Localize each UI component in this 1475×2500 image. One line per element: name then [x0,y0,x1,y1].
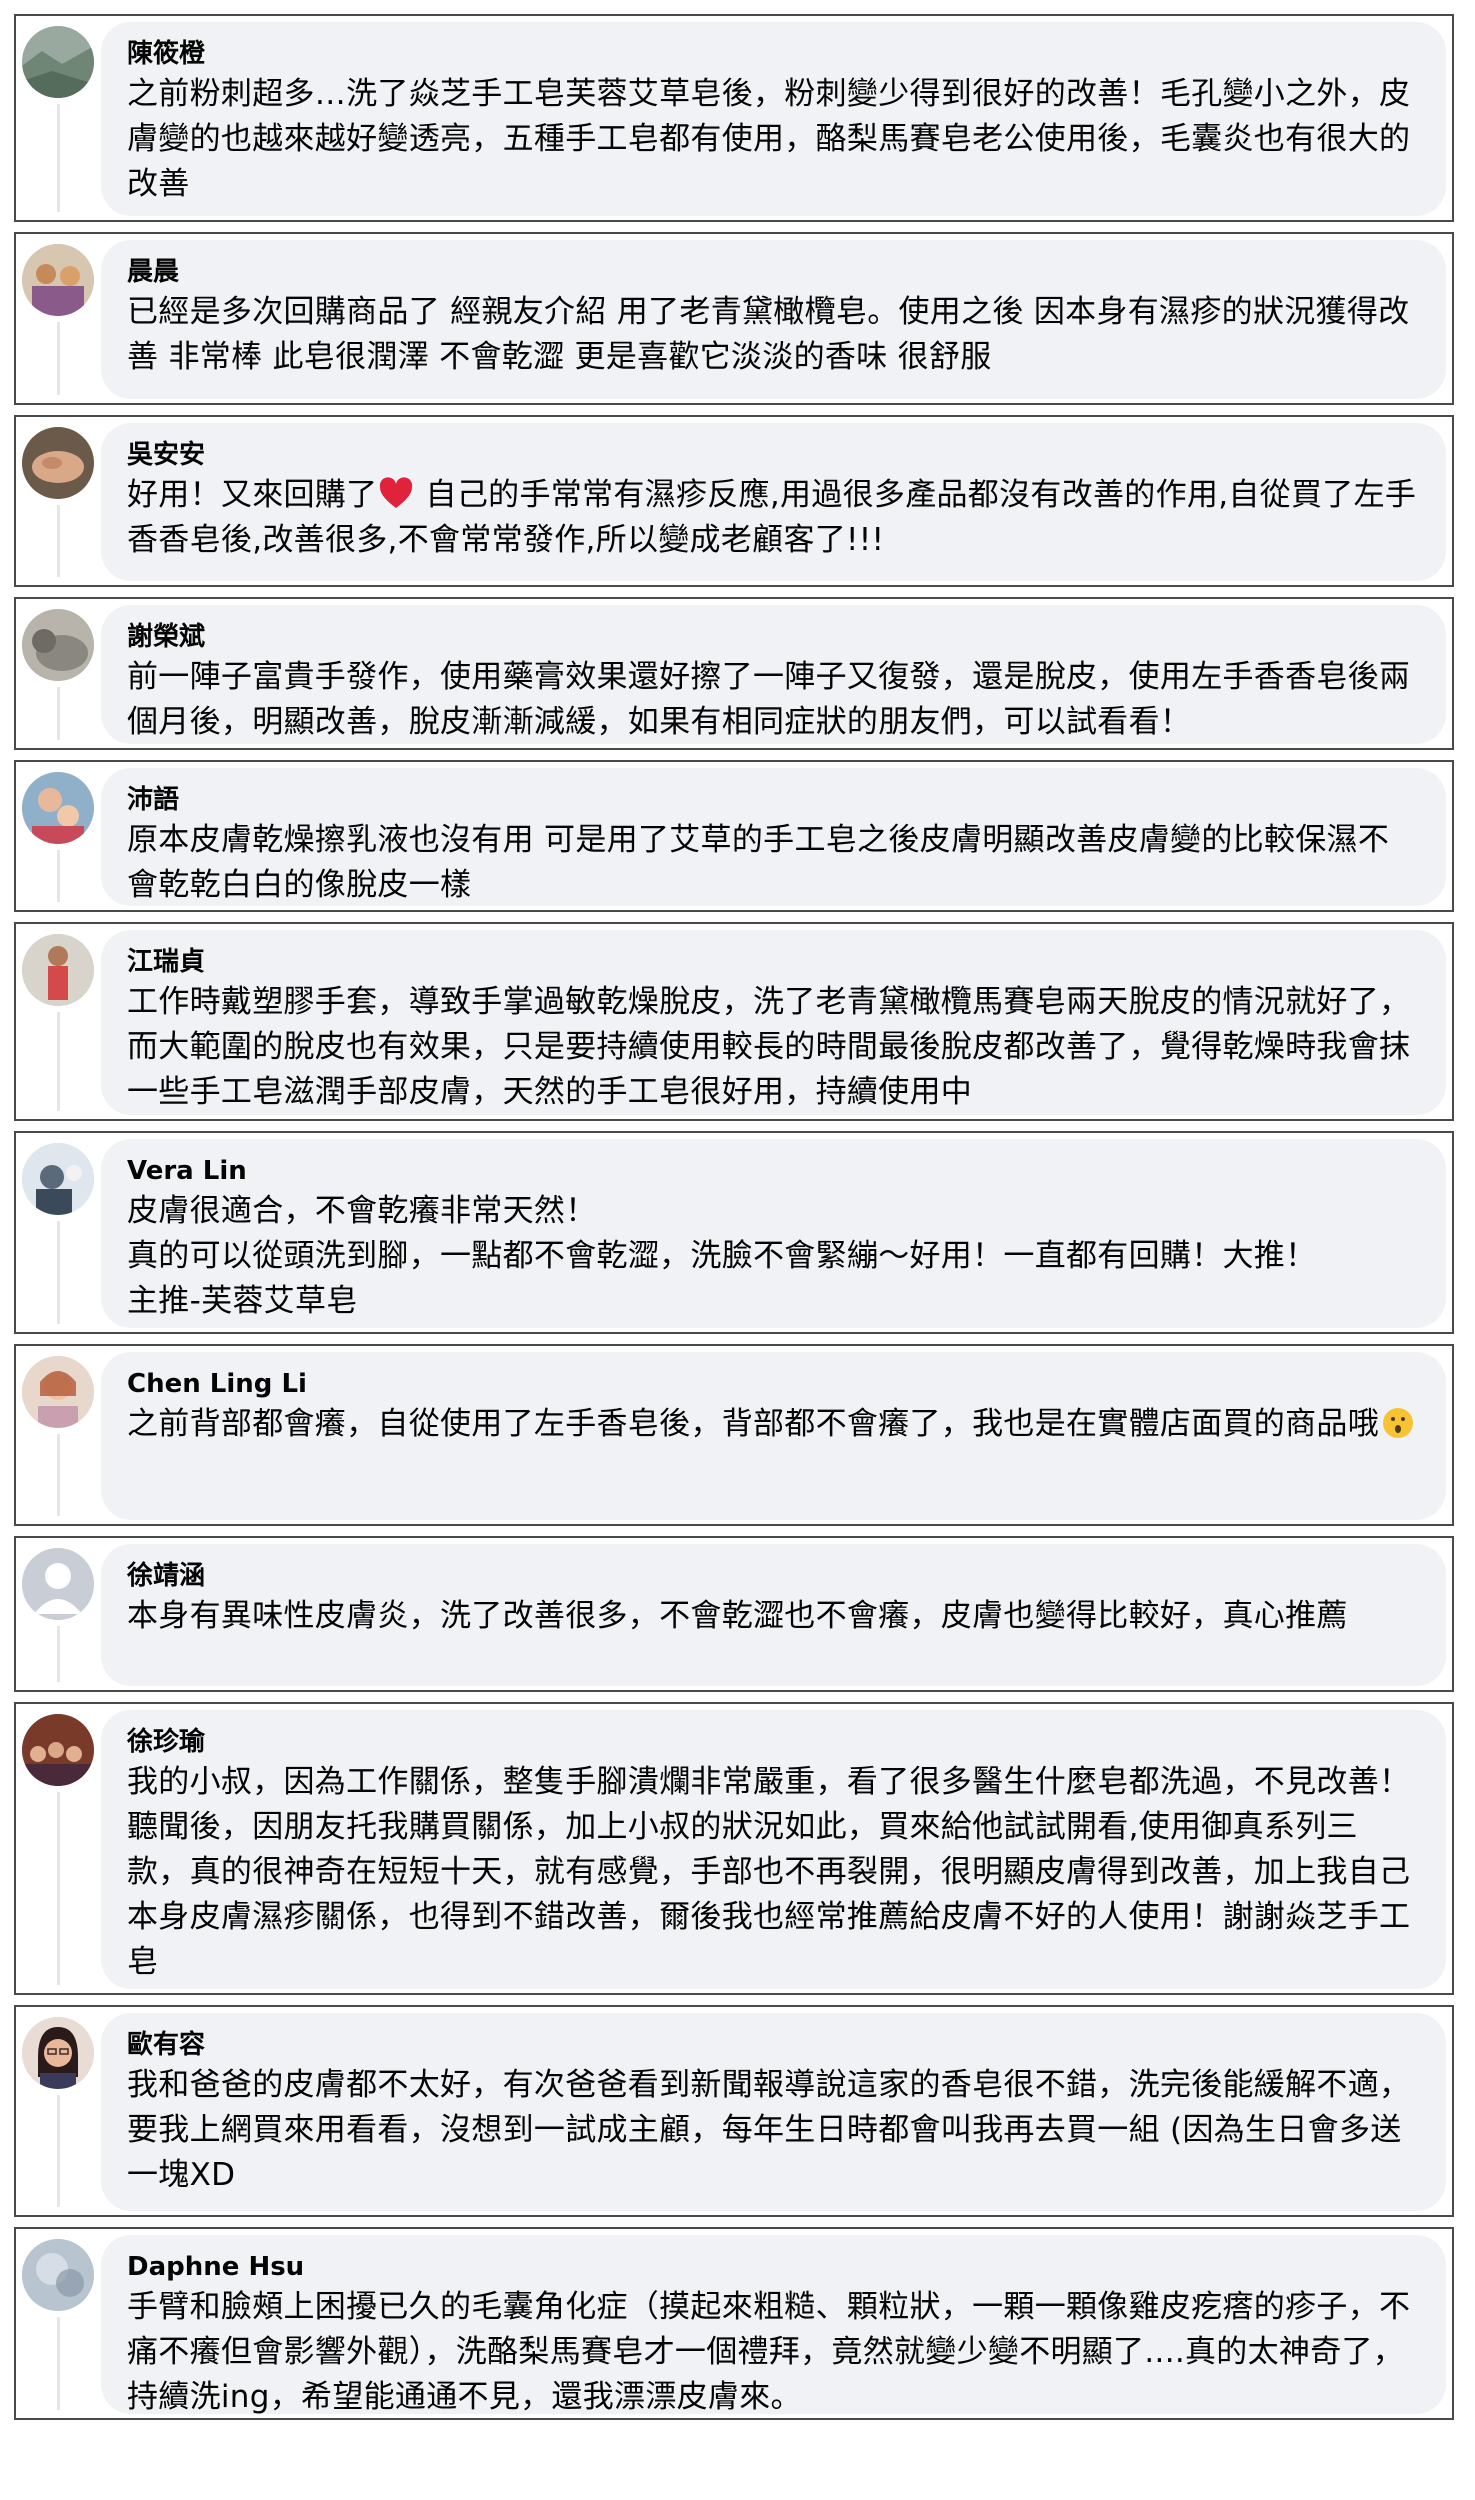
comment-bubble: 吳安安 好用！又來回購了 自己的手常常有濕疹反應,用過很多產品都沒有改善的作用,… [101,423,1446,581]
comment-text: 前一陣子富貴手發作，使用藥膏效果還好擦了一陣子又復發，還是脫皮，使用左手香香皂後… [127,659,1411,740]
comment-card: Daphne Hsu 手臂和臉頰上困擾已久的毛囊角化症（摸起來粗糙、顆粒狀，一顆… [14,2227,1454,2420]
comment-text: 我的小叔，因為工作關係，整隻手腳潰爛非常嚴重，看了很多醫生什麼皂都洗過，不見改善… [127,1764,1411,1980]
comment-bubble: Chen Ling Li 之前背部都會癢，自從使用了左手香皂後，背部都不會癢了，… [101,1352,1446,1520]
comment-text: 皮膚很適合，不會乾癢非常天然！ 真的可以從頭洗到腳，一點都不會乾澀，洗臉不會緊繃… [127,1193,1317,1319]
commenter-name[interactable]: Chen Ling Li [127,1366,1420,1402]
comment-bubble: 江瑞貞 工作時戴塑膠手套，導致手掌過敏乾燥脫皮，洗了老青黛橄欖馬賽皂兩天脫皮的情… [101,930,1446,1115]
thread-line [57,1012,60,1111]
comment-card: 陳筱橙 之前粉刺超多…洗了焱芝手工皂芙蓉艾草皂後，粉刺變少得到很好的改善！毛孔變… [14,14,1454,222]
thread-line [57,322,60,395]
commenter-name[interactable]: 謝榮斌 [127,619,1420,655]
comment-card: 歐有容 我和爸爸的皮膚都不太好，有次爸爸看到新聞報導說這家的香皂很不錯，洗完後能… [14,2005,1454,2217]
avatar[interactable] [22,26,94,98]
thread-line [57,1221,60,1324]
comment-text: 已經是多次回購商品了 經親友介紹 用了老青黛橄欖皂。使用之後 因本身有濕疹的狀況… [127,294,1410,375]
comment-text: 手臂和臉頰上困擾已久的毛囊角化症（摸起來粗糙、顆粒狀，一顆一顆像雞皮疙瘩的疹子，… [127,2289,1411,2415]
commenter-name[interactable]: 江瑞貞 [127,944,1420,980]
commenter-name[interactable]: Vera Lin [127,1153,1420,1189]
commenter-name[interactable]: 吳安安 [127,437,1420,473]
comment-card: 徐靖涵 本身有異味性皮膚炎，洗了改善很多，不會乾澀也不會癢，皮膚也變得比較好，真… [14,1536,1454,1692]
avatar[interactable] [22,772,94,844]
commenter-name[interactable]: 歐有容 [127,2027,1420,2063]
comment-bubble: 徐靖涵 本身有異味性皮膚炎，洗了改善很多，不會乾澀也不會癢，皮膚也變得比較好，真… [101,1544,1446,1686]
commenter-name[interactable]: 徐靖涵 [127,1558,1420,1594]
comment-card: 晨晨 已經是多次回購商品了 經親友介紹 用了老青黛橄欖皂。使用之後 因本身有濕疹… [14,232,1454,405]
comment-text: 好用！又來回購了 自己的手常常有濕疹反應,用過很多產品都沒有改善的作用,自從買了… [127,477,1417,558]
avatar[interactable] [22,1143,94,1215]
commenter-name[interactable]: Daphne Hsu [127,2249,1420,2285]
thread-line [57,687,60,740]
avatar[interactable] [22,2239,94,2311]
comment-bubble: 歐有容 我和爸爸的皮膚都不太好，有次爸爸看到新聞報導說這家的香皂很不錯，洗完後能… [101,2013,1446,2211]
comment-bubble: 謝榮斌 前一陣子富貴手發作，使用藥膏效果還好擦了一陣子又復發，還是脫皮，使用左手… [101,605,1446,744]
comment-text: 之前粉刺超多…洗了焱芝手工皂芙蓉艾草皂後，粉刺變少得到很好的改善！毛孔變小之外，… [127,76,1411,202]
avatar[interactable] [22,1714,94,1786]
comment-text: 之前背部都會癢，自從使用了左手香皂後，背部都不會癢了，我也是在實體店面買的商品哦 [127,1402,1420,1447]
comment-bubble: 沛語 原本皮膚乾燥擦乳液也沒有用 可是用了艾草的手工皂之後皮膚明顯改善皮膚變的比… [101,768,1446,906]
avatar[interactable] [22,1356,94,1428]
thread-line [57,505,60,577]
commenter-name[interactable]: 晨晨 [127,254,1420,290]
thread-line [57,1792,60,1985]
thread-line [57,850,60,902]
comment-text: 工作時戴塑膠手套，導致手掌過敏乾燥脫皮，洗了老青黛橄欖馬賽皂兩天脫皮的情況就好了… [127,984,1411,1110]
comment-card: 謝榮斌 前一陣子富貴手發作，使用藥膏效果還好擦了一陣子又復發，還是脫皮，使用左手… [14,597,1454,750]
comment-card: Vera Lin 皮膚很適合，不會乾癢非常天然！ 真的可以從頭洗到腳，一點都不會… [14,1131,1454,1334]
comment-card: 江瑞貞 工作時戴塑膠手套，導致手掌過敏乾燥脫皮，洗了老青黛橄欖馬賽皂兩天脫皮的情… [14,922,1454,1121]
avatar[interactable] [22,1548,94,1620]
commenter-name[interactable]: 沛語 [127,782,1420,818]
comment-card: 徐珍瑜 我的小叔，因為工作關係，整隻手腳潰爛非常嚴重，看了很多醫生什麼皂都洗過，… [14,1702,1454,1995]
avatar[interactable] [22,2017,94,2089]
comment-text: 原本皮膚乾燥擦乳液也沒有用 可是用了艾草的手工皂之後皮膚明顯改善皮膚變的比較保濕… [127,822,1390,903]
comment-card: 沛語 原本皮膚乾燥擦乳液也沒有用 可是用了艾草的手工皂之後皮膚明顯改善皮膚變的比… [14,760,1454,912]
avatar[interactable] [22,609,94,681]
comment-card: 吳安安 好用！又來回購了 自己的手常常有濕疹反應,用過很多產品都沒有改善的作用,… [14,415,1454,587]
avatar[interactable] [22,427,94,499]
thread-line [57,1434,60,1516]
thread-line [57,2095,60,2207]
thread-line [57,104,60,212]
comment-bubble: 徐珍瑜 我的小叔，因為工作關係，整隻手腳潰爛非常嚴重，看了很多醫生什麼皂都洗過，… [101,1710,1446,1989]
commenter-name[interactable]: 徐珍瑜 [127,1724,1420,1760]
red-heart-icon [380,477,413,508]
comment-bubble: Vera Lin 皮膚很適合，不會乾癢非常天然！ 真的可以從頭洗到腳，一點都不會… [101,1139,1446,1328]
comment-bubble: 晨晨 已經是多次回購商品了 經親友介紹 用了老青黛橄欖皂。使用之後 因本身有濕疹… [101,240,1446,399]
thread-line [57,2317,60,2410]
avatar[interactable] [22,244,94,316]
commenter-name[interactable]: 陳筱橙 [127,36,1420,72]
comment-card: Chen Ling Li 之前背部都會癢，自從使用了左手香皂後，背部都不會癢了，… [14,1344,1454,1526]
comment-bubble: Daphne Hsu 手臂和臉頰上困擾已久的毛囊角化症（摸起來粗糙、顆粒狀，一顆… [101,2235,1446,2415]
thread-line [57,1626,60,1682]
avatar[interactable] [22,934,94,1006]
comment-text: 本身有異味性皮膚炎，洗了改善很多，不會乾澀也不會癢，皮膚也變得比較好，真心推薦 [127,1598,1348,1634]
comment-text: 我和爸爸的皮膚都不太好，有次爸爸看到新聞報導說這家的香皂很不錯，洗完後能緩解不適… [127,2067,1411,2193]
surprised-face-icon [1383,1408,1413,1438]
comment-bubble: 陳筱橙 之前粉刺超多…洗了焱芝手工皂芙蓉艾草皂後，粉刺變少得到很好的改善！毛孔變… [101,22,1446,216]
